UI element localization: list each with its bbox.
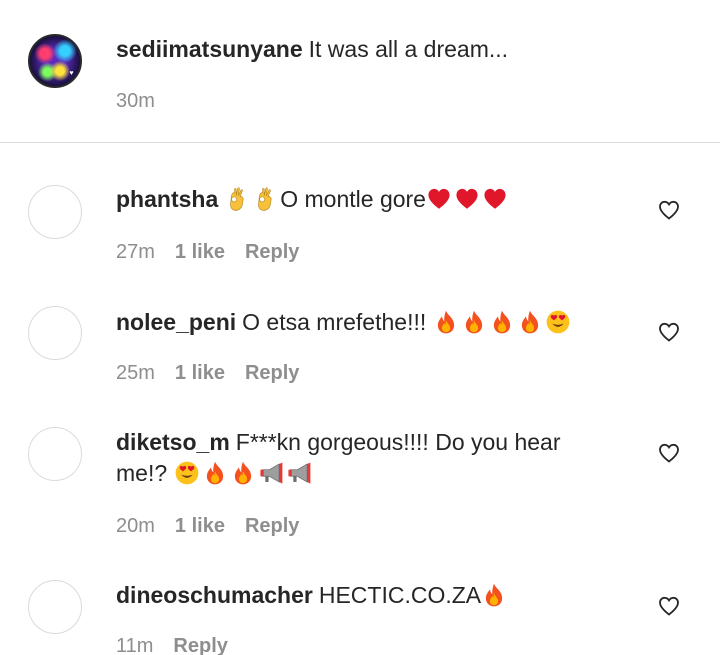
comment-avatar[interactable] xyxy=(28,306,82,360)
comment-meta: 11m Reply xyxy=(116,634,228,655)
like-heart-icon[interactable] xyxy=(657,198,681,222)
caption-username[interactable]: sediimatsunyane xyxy=(116,36,303,62)
caption-meta: 30m xyxy=(116,89,175,113)
comment-likes[interactable]: 1 like xyxy=(175,241,225,263)
reply-button[interactable]: Reply xyxy=(173,635,227,655)
comment-time: 25m xyxy=(116,362,155,384)
fire-emoji xyxy=(489,309,515,335)
comment-username[interactable]: nolee_peni xyxy=(116,309,236,335)
caption-avatar[interactable]: ♥ xyxy=(28,34,82,88)
comment-meta: 27m 1 like Reply xyxy=(116,240,299,264)
comment-text: diketso_m F***kn gorgeous!!!! Do you hear… xyxy=(116,427,616,489)
comments-screen: ♥ sediimatsunyane It was all a dream... 3… xyxy=(0,0,720,655)
megaphone-emoji xyxy=(286,460,312,486)
comment-body: O montle gore xyxy=(280,186,426,212)
comment-text: phantsha O montle gore xyxy=(116,184,636,215)
comment-body: HECTIC.CO.ZA xyxy=(318,582,482,608)
reply-button[interactable]: Reply xyxy=(245,362,299,384)
caption-text: sediimatsunyane It was all a dream... xyxy=(116,34,636,65)
red-heart-emoji xyxy=(482,186,508,212)
megaphone-emoji xyxy=(258,460,284,486)
red-heart-emoji xyxy=(454,186,480,212)
ok-hand-emoji xyxy=(252,186,278,212)
fire-emoji xyxy=(481,582,507,608)
comment-text: dineoschumacher HECTIC.CO.ZA xyxy=(116,580,636,611)
heart-eyes-emoji xyxy=(545,309,571,335)
comment-meta: 20m 1 like Reply xyxy=(116,514,299,538)
comment-username[interactable]: dineoschumacher xyxy=(116,582,313,608)
fire-emoji xyxy=(461,309,487,335)
comment-time: 27m xyxy=(116,241,155,263)
fire-emoji xyxy=(517,309,543,335)
comment-avatar[interactable] xyxy=(28,580,82,634)
comment-time: 20m xyxy=(116,515,155,537)
post-caption: ♥ sediimatsunyane It was all a dream... 3… xyxy=(0,0,720,143)
like-heart-icon[interactable] xyxy=(657,441,681,465)
comment-username[interactable]: diketso_m xyxy=(116,429,230,455)
comment-avatar[interactable] xyxy=(28,427,82,481)
avatar-story-text: ♥ xyxy=(69,70,74,77)
heart-eyes-emoji xyxy=(174,460,200,486)
comment-time: 11m xyxy=(116,635,154,655)
comment-meta: 25m 1 like Reply xyxy=(116,361,299,385)
comment-likes[interactable]: 1 like xyxy=(175,515,225,537)
caption-body: It was all a dream... xyxy=(308,36,509,62)
comment-username[interactable]: phantsha xyxy=(116,186,218,212)
ok-hand-emoji xyxy=(224,186,250,212)
comment-likes[interactable]: 1 like xyxy=(175,362,225,384)
reply-button[interactable]: Reply xyxy=(245,241,299,263)
comment-body: O etsa mrefethe!!! xyxy=(242,309,427,335)
red-heart-emoji xyxy=(426,186,452,212)
comment-avatar[interactable] xyxy=(28,185,82,239)
like-heart-icon[interactable] xyxy=(657,594,681,618)
fire-emoji xyxy=(230,460,256,486)
comment-text: nolee_peni O etsa mrefethe!!! xyxy=(116,307,636,338)
reply-button[interactable]: Reply xyxy=(245,515,299,537)
fire-emoji xyxy=(433,309,459,335)
caption-time: 30m xyxy=(116,90,155,112)
fire-emoji xyxy=(202,460,228,486)
like-heart-icon[interactable] xyxy=(657,320,681,344)
